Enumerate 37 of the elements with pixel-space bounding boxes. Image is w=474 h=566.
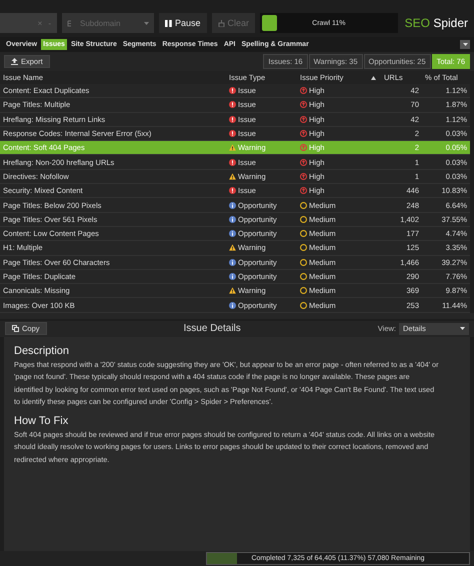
caret-icon: [460, 327, 465, 330]
high-priority-icon: [300, 101, 307, 108]
logo: SEO Spider: [404, 16, 469, 30]
copy-icon: [12, 325, 19, 332]
section-heading: Description: [14, 344, 70, 357]
high-priority-icon: [300, 144, 307, 152]
error-icon: [229, 116, 236, 123]
high-priority-icon: [300, 116, 307, 123]
upload-icon: [11, 58, 18, 65]
panel-title: Issue Details: [182, 323, 242, 334]
tabs-menu-button[interactable]: [460, 40, 470, 49]
high-priority-icon: [300, 130, 307, 138]
section-heading: How To Fix: [14, 414, 70, 427]
sort-icon[interactable]: [371, 76, 376, 80]
high-priority-icon: [300, 172, 307, 180]
error-icon: [229, 101, 236, 108]
warning-icon: [229, 144, 236, 152]
warning-icon: [229, 172, 236, 180]
info-icon: [229, 258, 236, 266]
info-icon: [229, 202, 236, 209]
error-icon: [229, 187, 236, 194]
pause-button[interactable]: Pause: [159, 13, 207, 33]
high-priority-icon: [300, 87, 307, 94]
error-icon: [229, 158, 236, 166]
caret-icon: [144, 22, 149, 24]
caret-icon: [462, 43, 468, 46]
info-icon: [229, 302, 236, 309]
pause-icon: [165, 20, 172, 26]
warning-icon: [229, 244, 236, 252]
high-priority-icon: [300, 158, 307, 166]
warning-icon: [229, 287, 236, 294]
error-icon: [229, 130, 236, 138]
info-icon: [229, 230, 236, 238]
info-icon: [229, 273, 236, 280]
high-priority-icon: [300, 187, 307, 194]
error-icon: [229, 87, 236, 94]
info-icon: [229, 216, 236, 223]
